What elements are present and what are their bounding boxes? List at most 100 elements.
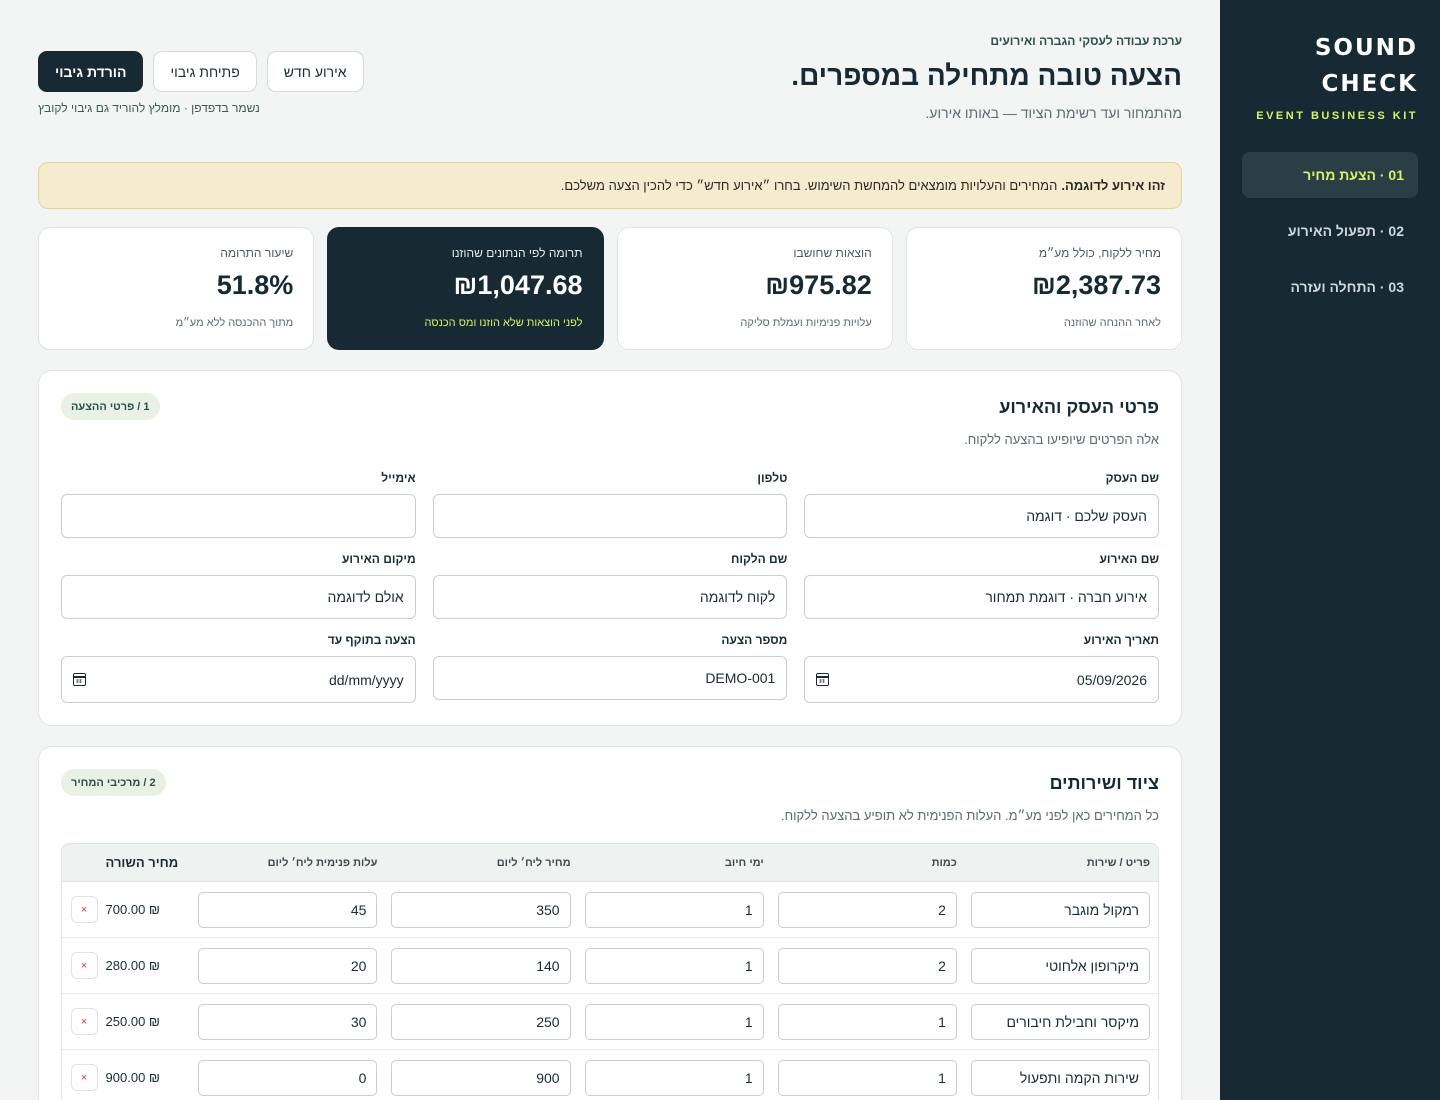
kpi-value: 51.8% bbox=[216, 270, 294, 300]
brand-line-1: SOUND bbox=[1314, 35, 1418, 61]
brand-logo: SOUND CHECK bbox=[1242, 30, 1418, 102]
delete-row-button[interactable]: × bbox=[70, 1008, 98, 1035]
sidebar-item-quote[interactable]: 01 · הצעת מחיר bbox=[1242, 152, 1418, 198]
details-subtitle: אלה הפרטים שיופיעו בהצעה ללקוח. bbox=[964, 432, 1159, 447]
sidebar-nav: 01 · הצעת מחיר 02 · תפעול האירוע 03 · הת… bbox=[1242, 152, 1418, 310]
field-business-name: שם העסק העסק שלכם · דוגמה bbox=[804, 471, 1159, 538]
row-total: ₪ 250.00 bbox=[105, 1014, 160, 1029]
notice-bold: זהו אירוע לדוגמה. bbox=[1061, 178, 1165, 193]
open-backup-button[interactable]: פתיחת גיבוי bbox=[153, 51, 257, 92]
details-form: שם העסק העסק שלכם · דוגמה טלפון אימייל ש… bbox=[61, 471, 1159, 703]
kpi-contribution-rate: שיעור התרומה 51.8% מתוך ההכנסה ללא מע״מ bbox=[38, 227, 315, 350]
kpi-label: מחיר ללקוח, כולל מע״מ bbox=[1038, 246, 1161, 260]
event-name-input[interactable]: אירוע חברה · דוגמת תמחור bbox=[804, 575, 1159, 619]
sidebar-item-help[interactable]: 03 · התחלה ועזרה bbox=[1242, 264, 1418, 310]
page-title: הצעה טובה מתחילה במספרים. bbox=[791, 60, 1182, 91]
column-header: ימי חיוב bbox=[724, 856, 764, 869]
backup-note: נשמר בדפדפן · מומלץ להוריד גם גיבוי לקוב… bbox=[38, 101, 260, 115]
internal-cost-input[interactable]: 45 bbox=[198, 891, 378, 928]
details-card: פרטי העסק והאירוע אלה הפרטים שיופיעו בהצ… bbox=[38, 370, 1182, 726]
page-eyebrow: ערכת עבודה לעסקי הגברה ואירועים bbox=[990, 34, 1182, 48]
internal-cost-input[interactable]: 30 bbox=[198, 1003, 378, 1040]
item-name-input[interactable]: מיקסר וחבילת חיבורים bbox=[970, 1003, 1150, 1040]
delete-row-button[interactable]: × bbox=[70, 896, 98, 923]
column-header: פריט / שירות bbox=[1086, 856, 1150, 869]
days-input[interactable]: 1 bbox=[584, 1003, 764, 1040]
column-header: כמות bbox=[931, 856, 957, 869]
valid-until-value: dd/mm/yyyy bbox=[328, 671, 404, 688]
kpi-client-price: מחיר ללקוח, כולל מע״מ ₪2,387.73 לאחר ההנ… bbox=[905, 227, 1182, 350]
table-header: פריט / שירות כמות ימי חיוב מחיר ליח׳ ליו… bbox=[62, 844, 1158, 882]
field-label: שם האירוע bbox=[1099, 552, 1159, 566]
item-name-input[interactable]: שירות הקמה ותפעול bbox=[970, 1059, 1150, 1096]
valid-until-input[interactable]: dd/mm/yyyy bbox=[61, 656, 416, 703]
event-date-input[interactable]: 05/09/2026 bbox=[804, 656, 1159, 703]
quantity-input[interactable]: 1 bbox=[777, 1059, 957, 1096]
field-event-name: שם האירוע אירוע חברה · דוגמת תמחור bbox=[804, 552, 1159, 619]
field-valid-until: הצעה בתוקף עד dd/mm/yyyy bbox=[61, 633, 416, 703]
quantity-input[interactable]: 2 bbox=[777, 947, 957, 984]
kpi-contribution: תרומה לפי הנתונים שהוזנו ₪1,047.68 לפני … bbox=[327, 227, 604, 350]
row-total: ₪ 280.00 bbox=[105, 958, 160, 973]
equipment-step-chip: 2 / מרכיבי המחיר bbox=[61, 769, 166, 796]
kpi-row: מחיר ללקוח, כולל מע״מ ₪2,387.73 לאחר ההנ… bbox=[38, 227, 1182, 350]
equipment-subtitle: כל המחירים כאן לפני מע״מ. העלות הפנימית … bbox=[780, 808, 1159, 823]
internal-cost-input[interactable]: 20 bbox=[198, 947, 378, 984]
kpi-value: ₪975.82 bbox=[765, 270, 872, 300]
equipment-title: ציוד ושירותים bbox=[1049, 773, 1159, 793]
calendar-icon[interactable] bbox=[816, 673, 830, 686]
unit-price-input[interactable]: 250 bbox=[391, 1003, 571, 1040]
field-label: מספר הצעה bbox=[721, 633, 788, 647]
quantity-input[interactable]: 2 bbox=[777, 891, 957, 928]
days-input[interactable]: 1 bbox=[584, 1059, 764, 1096]
kpi-value: ₪1,047.68 bbox=[453, 270, 583, 300]
brand-subtitle: EVENT BUSINESS KIT bbox=[1256, 110, 1418, 122]
client-name-input[interactable]: לקוח לדוגמה bbox=[432, 575, 788, 619]
delete-row-button[interactable]: × bbox=[70, 952, 98, 979]
table-row: רמקול מוגבר 2 1 350 45 ₪ 700.00 × bbox=[62, 882, 1158, 938]
phone-input[interactable] bbox=[432, 494, 788, 538]
days-input[interactable]: 1 bbox=[584, 891, 764, 928]
business-name-input[interactable]: העסק שלכם · דוגמה bbox=[804, 494, 1159, 538]
kpi-label: תרומה לפי הנתונים שהוזנו bbox=[451, 246, 583, 260]
unit-price-input[interactable]: 350 bbox=[391, 891, 571, 928]
item-name-input[interactable]: רמקול מוגבר bbox=[970, 891, 1150, 928]
kpi-note: לפני הוצאות שלא הוזנו ומס הכנסה bbox=[424, 317, 583, 329]
days-input[interactable]: 1 bbox=[584, 947, 764, 984]
field-phone: טלפון bbox=[432, 471, 788, 538]
table-row: מיקרופון אלחוטי 2 1 140 20 ₪ 280.00 × bbox=[62, 938, 1158, 994]
sample-notice: זהו אירוע לדוגמה. המחירים והעלויות מומצא… bbox=[38, 162, 1182, 209]
new-event-button[interactable]: אירוע חדש bbox=[266, 51, 364, 92]
download-backup-button[interactable]: הורדת גיבוי bbox=[38, 51, 144, 92]
internal-cost-input[interactable]: 0 bbox=[198, 1059, 378, 1096]
calendar-icon[interactable] bbox=[73, 673, 87, 686]
email-input[interactable] bbox=[61, 494, 416, 538]
equipment-table: פריט / שירות כמות ימי חיוב מחיר ליח׳ ליו… bbox=[61, 843, 1159, 1100]
kpi-note: מתוך ההכנסה ללא מע״מ bbox=[175, 317, 294, 329]
equipment-card: ציוד ושירותים כל המחירים כאן לפני מע״מ. … bbox=[38, 746, 1182, 1100]
field-label: מיקום האירוע bbox=[342, 552, 416, 566]
sidebar-item-operations[interactable]: 02 · תפעול האירוע bbox=[1242, 208, 1418, 254]
quantity-input[interactable]: 1 bbox=[777, 1003, 957, 1040]
sidebar: SOUND CHECK EVENT BUSINESS KIT 01 · הצעת… bbox=[1220, 0, 1440, 1100]
unit-price-input[interactable]: 900 bbox=[391, 1059, 571, 1096]
field-event-location: מיקום האירוע אולם לדוגמה bbox=[61, 552, 416, 619]
field-label: שם הלקוח bbox=[730, 552, 788, 566]
field-event-date: תאריך האירוע 05/09/2026 bbox=[804, 633, 1159, 703]
unit-price-input[interactable]: 140 bbox=[391, 947, 571, 984]
field-label: תאריך האירוע bbox=[1083, 633, 1159, 647]
notice-text: המחירים והעלויות מומצאים להמחשת השימוש. … bbox=[560, 178, 1058, 193]
delete-row-button[interactable]: × bbox=[70, 1064, 98, 1091]
item-name-input[interactable]: מיקרופון אלחוטי bbox=[970, 947, 1150, 984]
event-location-input[interactable]: אולם לדוגמה bbox=[61, 575, 416, 619]
details-title: פרטי העסק והאירוע bbox=[999, 397, 1159, 417]
field-label: אימייל bbox=[381, 471, 416, 485]
field-label: טלפון bbox=[757, 471, 788, 485]
column-header: מחיר השורה bbox=[105, 855, 179, 870]
column-header: עלות פנימית ליח׳ ליום bbox=[267, 856, 378, 869]
quote-number-input[interactable]: DEMO-001 bbox=[432, 656, 788, 700]
field-client-name: שם הלקוח לקוח לדוגמה bbox=[432, 552, 788, 619]
column-header: מחיר ליח׳ ליום bbox=[496, 856, 571, 869]
field-quote-number: מספר הצעה DEMO-001 bbox=[432, 633, 788, 703]
field-label: הצעה בתוקף עד bbox=[327, 633, 416, 647]
